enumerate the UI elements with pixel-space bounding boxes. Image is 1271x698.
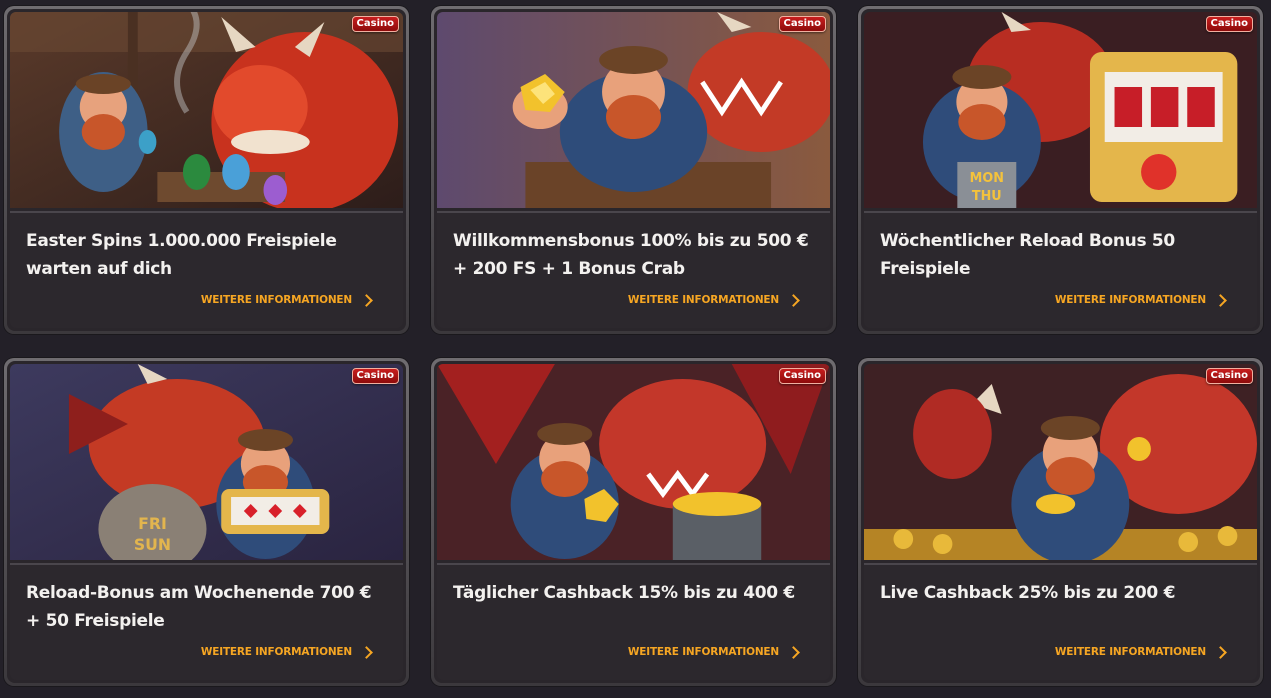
more-info-link[interactable]: WEITERE INFORMATIONEN xyxy=(200,645,375,659)
promo-card-inner: MON THU Casino Wöchentlicher Reload Bonu… xyxy=(861,9,1260,331)
promo-image-weekend-reload[interactable]: FRI SUN Casino xyxy=(10,364,403,560)
promo-card-inner: FRI SUN Casino Reload-Bonus am Wochenend… xyxy=(7,361,406,683)
more-info-link[interactable]: WEITERE INFORMATIONEN xyxy=(627,293,802,307)
promo-title: Täglicher Cashback 15% bis zu 400 € xyxy=(453,583,795,603)
promo-title: Willkommensbonus 100% bis zu 500 € + 200… xyxy=(453,231,809,279)
promo-card[interactable]: Casino Täglicher Cashback 15% bis zu 400… xyxy=(431,358,836,686)
promo-card-body: Live Cashback 25% bis zu 200 € WEITERE I… xyxy=(864,563,1257,680)
promo-card-body: Wöchentlicher Reload Bonus 50 Freispiele… xyxy=(864,211,1257,328)
promo-card-inner: Casino Easter Spins 1.000.000 Freispiele… xyxy=(7,9,406,331)
more-info-label: WEITERE INFORMATIONEN xyxy=(200,294,352,306)
more-info-label: WEITERE INFORMATIONEN xyxy=(627,294,779,306)
promo-image-live-cashback[interactable]: Casino xyxy=(864,364,1257,560)
casino-badge: Casino xyxy=(1205,16,1253,32)
chevron-right-icon xyxy=(787,645,800,659)
chevron-right-icon xyxy=(360,293,373,307)
svg-text:MON: MON xyxy=(970,171,1004,186)
svg-text:THU: THU xyxy=(972,189,1002,204)
promo-title: Reload-Bonus am Wochenende 700 € + 50 Fr… xyxy=(26,583,372,631)
casino-badge: Casino xyxy=(1205,368,1253,384)
chevron-right-icon xyxy=(787,293,800,307)
promo-card[interactable]: Casino Easter Spins 1.000.000 Freispiele… xyxy=(4,6,409,334)
more-info-link[interactable]: WEITERE INFORMATIONEN xyxy=(1054,645,1229,659)
more-info-label: WEITERE INFORMATIONEN xyxy=(627,646,779,658)
promotions-grid: Casino Easter Spins 1.000.000 Freispiele… xyxy=(0,0,1271,698)
promo-card-inner: Casino Willkommensbonus 100% bis zu 500 … xyxy=(434,9,833,331)
chevron-right-icon xyxy=(360,645,373,659)
casino-badge: Casino xyxy=(351,16,399,32)
more-info-label: WEITERE INFORMATIONEN xyxy=(1054,294,1206,306)
promo-card-body: Reload-Bonus am Wochenende 700 € + 50 Fr… xyxy=(10,563,403,680)
promo-title: Live Cashback 25% bis zu 200 € xyxy=(880,583,1176,603)
live-cashback-illustration xyxy=(864,364,1257,560)
welcome-bonus-illustration xyxy=(437,12,830,208)
promo-card[interactable]: MON THU Casino Wöchentlicher Reload Bonu… xyxy=(858,6,1263,334)
easter-dragon-illustration xyxy=(10,12,403,208)
promo-image-weekly-reload[interactable]: MON THU Casino xyxy=(864,12,1257,208)
weekend-reload-illustration: FRI SUN xyxy=(10,364,403,560)
promo-title: Wöchentlicher Reload Bonus 50 Freispiele xyxy=(880,231,1175,279)
daily-cashback-illustration xyxy=(437,364,830,560)
promo-card-body: Täglicher Cashback 15% bis zu 400 € WEIT… xyxy=(437,563,830,680)
promo-card[interactable]: Casino Live Cashback 25% bis zu 200 € WE… xyxy=(858,358,1263,686)
promo-card-inner: Casino Live Cashback 25% bis zu 200 € WE… xyxy=(861,361,1260,683)
more-info-link[interactable]: WEITERE INFORMATIONEN xyxy=(627,645,802,659)
casino-badge: Casino xyxy=(351,368,399,384)
promo-card-body: Easter Spins 1.000.000 Freispiele warten… xyxy=(10,211,403,328)
promo-image-easter[interactable]: Casino xyxy=(10,12,403,208)
chevron-right-icon xyxy=(1214,293,1227,307)
promo-image-daily-cashback[interactable]: Casino xyxy=(437,364,830,560)
more-info-link[interactable]: WEITERE INFORMATIONEN xyxy=(200,293,375,307)
chevron-right-icon xyxy=(1214,645,1227,659)
casino-badge: Casino xyxy=(778,16,826,32)
weekly-reload-illustration: MON THU xyxy=(864,12,1257,208)
svg-text:SUN: SUN xyxy=(134,535,171,554)
casino-badge: Casino xyxy=(778,368,826,384)
more-info-label: WEITERE INFORMATIONEN xyxy=(200,646,352,658)
promo-image-welcome[interactable]: Casino xyxy=(437,12,830,208)
promo-card[interactable]: FRI SUN Casino Reload-Bonus am Wochenend… xyxy=(4,358,409,686)
promo-card[interactable]: Casino Willkommensbonus 100% bis zu 500 … xyxy=(431,6,836,334)
svg-text:FRI: FRI xyxy=(138,514,167,533)
more-info-label: WEITERE INFORMATIONEN xyxy=(1054,646,1206,658)
promo-card-body: Willkommensbonus 100% bis zu 500 € + 200… xyxy=(437,211,830,328)
promo-card-inner: Casino Täglicher Cashback 15% bis zu 400… xyxy=(434,361,833,683)
more-info-link[interactable]: WEITERE INFORMATIONEN xyxy=(1054,293,1229,307)
promo-title: Easter Spins 1.000.000 Freispiele warten… xyxy=(26,231,337,279)
